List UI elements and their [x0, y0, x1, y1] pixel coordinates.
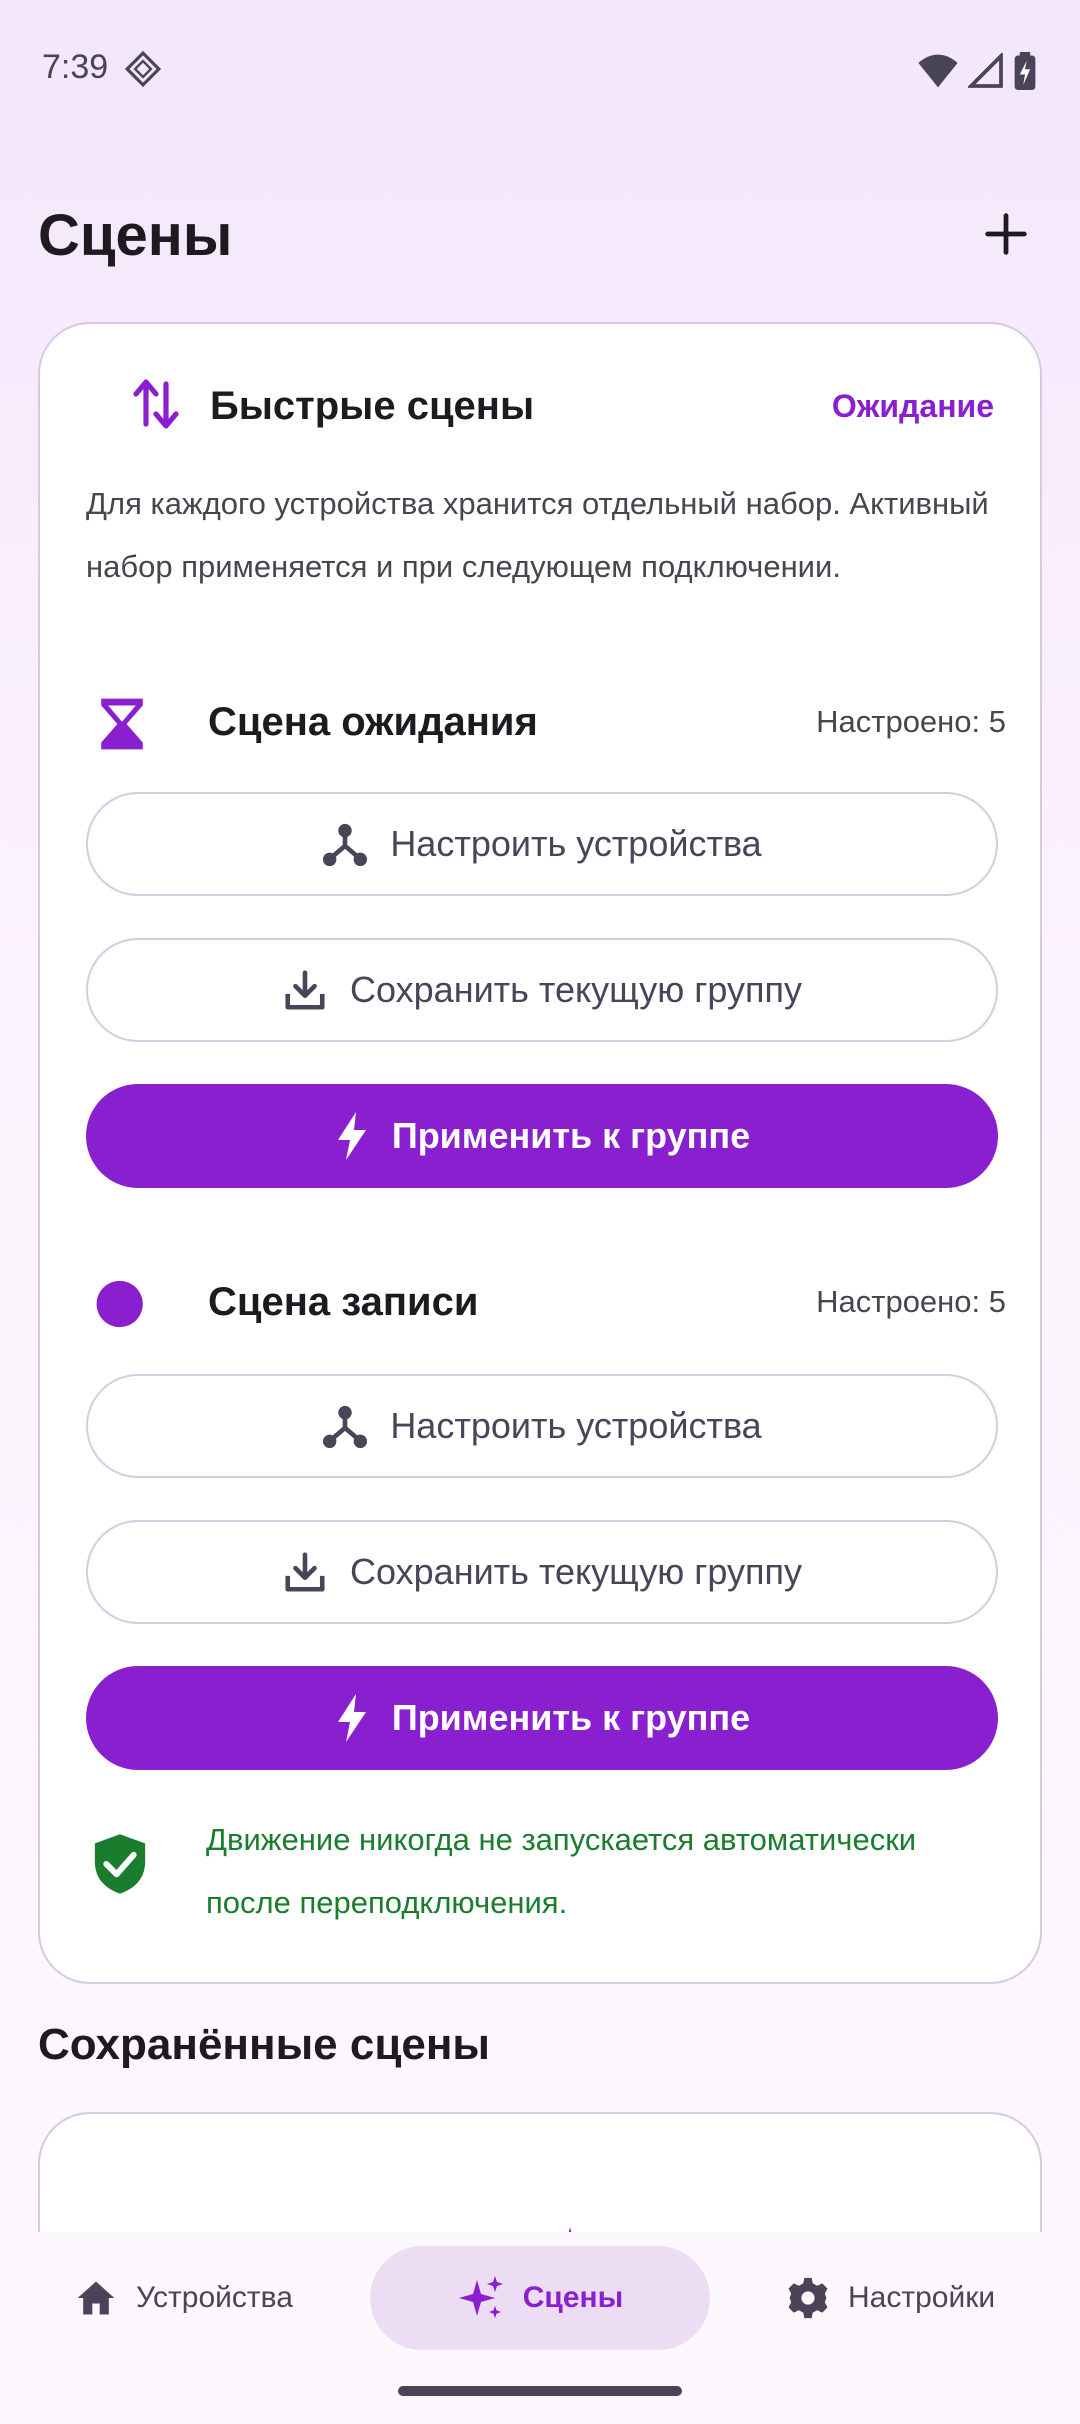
quick-scenes-description: Для каждого устройства хранится отдельны…: [86, 486, 989, 584]
scene-idle-count: Настроено: 5: [816, 704, 1006, 739]
scene-record-count: Настроено: 5: [816, 1284, 1006, 1319]
scene-record-title: Сцена записи: [208, 1280, 479, 1324]
status-time: 7:39: [42, 48, 109, 86]
nav-scenes[interactable]: Сцены: [370, 2246, 710, 2350]
quick-scenes-header: Быстрые сцены Ожидание: [94, 376, 994, 436]
scene-record-header: Сцена записи Настроено: 5: [86, 1274, 1006, 1334]
home-indicator: [398, 2386, 682, 2396]
quick-scenes-title: Быстрые сцены: [210, 384, 535, 428]
scene-idle-title: Сцена ожидания: [208, 700, 538, 744]
battery-icon: [1014, 52, 1036, 95]
status-icons: [918, 51, 1036, 95]
save-current-group-label: Сохранить текущую группу: [350, 969, 802, 1010]
apply-to-group-label: Применить к группе: [391, 1697, 751, 1738]
save-current-group-label: Сохранить текущую группу: [350, 1551, 802, 1592]
device-hub-icon: [323, 1405, 368, 1449]
configure-devices-button[interactable]: Настроить устройства: [86, 1374, 998, 1478]
home-icon: [77, 2281, 115, 2315]
safety-note: Движение никогда не запускается автомати…: [86, 1808, 1006, 1938]
apply-to-group-button[interactable]: Применить к группе: [86, 1666, 998, 1770]
quick-scenes-status: Ожидание: [831, 388, 994, 424]
save-current-group-button[interactable]: Сохранить текущую группу: [86, 1520, 998, 1624]
cast-icon: [124, 50, 162, 88]
page-title: Сцены: [38, 203, 233, 268]
bolt-icon: [337, 1694, 366, 1742]
configure-devices-button[interactable]: Настроить устройства: [86, 792, 998, 896]
download-icon: [285, 970, 325, 1010]
apply-to-group-label: Применить к группе: [391, 1115, 751, 1156]
plus-icon: [985, 213, 1027, 255]
configure-devices-label: Настроить устройства: [390, 1405, 762, 1446]
nav-devices-label: Устройства: [136, 2281, 293, 2314]
apply-to-group-button[interactable]: Применить к группе: [86, 1084, 998, 1188]
status-bar: 7:39: [0, 0, 1080, 140]
add-button[interactable]: [976, 204, 1036, 264]
quick-scenes-card: Быстрые сцены Ожидание Для каждого устро…: [38, 322, 1042, 1984]
save-current-group-button[interactable]: Сохранить текущую группу: [86, 938, 998, 1042]
signal-icon: [966, 51, 1004, 94]
configure-devices-label: Настроить устройства: [390, 823, 762, 864]
sparkle-icon: [458, 2276, 503, 2318]
record-dot-icon: [94, 1274, 150, 1334]
nav-devices[interactable]: Устройства: [74, 2246, 293, 2350]
saved-scenes-title: Сохранённые сцены: [38, 2020, 490, 2069]
hourglass-icon: [94, 694, 150, 754]
wifi-icon: [918, 53, 958, 94]
app-header: Сцены: [38, 190, 1042, 280]
nav-settings[interactable]: Настройки: [786, 2246, 995, 2350]
nav-settings-label: Настройки: [848, 2281, 996, 2314]
download-icon: [285, 1552, 325, 1592]
shield-check-icon: [92, 1832, 148, 1896]
gear-icon: [788, 2277, 828, 2319]
nav-scenes-label: Сцены: [522, 2281, 624, 2314]
bolt-icon: [337, 1112, 366, 1160]
safety-note-text: Движение никогда не запускается автомати…: [206, 1822, 917, 1920]
scene-idle-header: Сцена ожидания Настроено: 5: [86, 694, 1006, 754]
device-hub-icon: [323, 823, 368, 867]
swap-vertical-icon: [132, 376, 180, 432]
